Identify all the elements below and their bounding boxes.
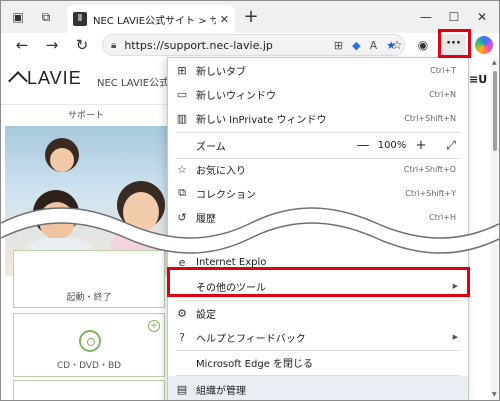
menu-item-label: 新しい InPrivate ウィンドウ — [196, 114, 327, 126]
menu-item-close-edge[interactable]: Microsoft Edge を閉じる — [168, 350, 468, 374]
title-bar: ▣ ⧉ Ⅱ NEC LAVIE公式サイト > サービス&サ ✕ + — ☐ ✕ — [1, 1, 499, 33]
close-tab-icon[interactable]: ✕ — [220, 13, 229, 26]
logo-mark-icon — [8, 70, 28, 91]
menu-item-new-tab[interactable]: ⊞ 新しいタブ Ctrl+T — [168, 58, 468, 82]
menu-item-label: 新しいウィンドウ — [196, 90, 276, 102]
minimize-button[interactable]: — — [415, 7, 437, 27]
lavie-logo[interactable]: LAVIE — [8, 68, 82, 91]
submenu-arrow-icon: ▶ — [452, 333, 458, 341]
category-label: CD・DVD・BD — [56, 361, 122, 371]
highlight-more-button — [438, 29, 471, 58]
menu-item-shortcut: Ctrl+N — [429, 89, 456, 99]
zoom-value: 100% — [377, 139, 407, 151]
tab-title: NEC LAVIE公式サイト > サービス&サ — [93, 15, 216, 27]
menu-item-zoom: ズーム — 100% + ⤢ — [168, 132, 468, 158]
menu-item-label: Microsoft Edge を閉じる — [196, 358, 314, 370]
menu-item-shortcut: Ctrl+Shift+N — [404, 113, 456, 123]
disc-icon — [79, 330, 101, 352]
close-window-button[interactable]: ✕ — [471, 7, 493, 27]
menu-item-label: 設定 — [196, 309, 216, 321]
tag-icon[interactable]: ◆ — [352, 39, 360, 52]
gear-icon: ⚙ — [177, 306, 187, 320]
menu-item-shortcut: Ctrl+T — [430, 65, 456, 75]
menu-item-help[interactable]: ? ヘルプとフィードバック ▶ — [168, 325, 468, 349]
profile-icon[interactable]: ▣ — [9, 8, 27, 26]
scroll-down-icon[interactable]: ▼ — [492, 391, 497, 398]
copilot-icon[interactable] — [475, 36, 493, 54]
read-aloud-icon[interactable]: A — [370, 39, 378, 52]
scroll-thumb[interactable] — [493, 71, 497, 151]
category-label: 起動・終了 — [66, 293, 112, 303]
address-bar[interactable]: 🔒︎ https://support.nec-lavie.jp ⊞ ◆ A ★ — [102, 34, 405, 56]
expand-plus-icon[interactable]: + — [148, 320, 160, 332]
workspaces-icon[interactable]: ⧉ — [37, 8, 55, 26]
menu-item-shortcut: Ctrl+Shift+O — [403, 164, 456, 174]
new-tab-button[interactable]: + — [241, 7, 261, 27]
menu-item-settings[interactable]: ⚙ 設定 — [168, 301, 468, 325]
menu-item-label: 組織が管理 — [196, 386, 246, 397]
help-icon: ? — [179, 330, 185, 344]
maximize-button[interactable]: ☐ — [443, 7, 465, 27]
favorites-bar-icon[interactable]: ☆ — [387, 35, 407, 55]
zoom-controls: — 100% + ⤢ — [352, 138, 462, 153]
category-disc[interactable]: CD・DVD・BD — [13, 313, 165, 377]
lock-icon[interactable]: 🔒︎ — [111, 40, 116, 51]
logo-text: LAVIE — [27, 68, 82, 88]
inprivate-icon: ▥ — [176, 111, 188, 125]
menu-item-managed[interactable]: ▤ 組織が管理 — [168, 376, 468, 400]
menu-item-inprivate[interactable]: ▥ 新しい InPrivate ウィンドウ Ctrl+Shift+N — [168, 106, 468, 130]
browser-window: ▣ ⧉ Ⅱ NEC LAVIE公式サイト > サービス&サ ✕ + — ☐ ✕ … — [0, 0, 500, 401]
refresh-button[interactable]: ↻ — [71, 35, 93, 55]
apps-icon[interactable]: ⊞ — [334, 39, 343, 52]
menu-item-new-window[interactable]: ▭ 新しいウィンドウ Ctrl+N — [168, 82, 468, 106]
new-tab-icon: ⊞ — [177, 63, 187, 77]
zoom-label: ズーム — [196, 141, 226, 153]
tab-active[interactable]: Ⅱ NEC LAVIE公式サイト > サービス&サ ✕ — [67, 5, 235, 33]
menu-item-label: 新しいタブ — [196, 66, 246, 78]
zoom-out-button[interactable]: — — [352, 138, 374, 153]
zoom-in-button[interactable]: + — [410, 138, 432, 153]
scroll-up-icon[interactable]: ▲ — [492, 59, 497, 66]
address-url[interactable]: https://support.nec-lavie.jp — [124, 39, 325, 52]
back-button[interactable]: ← — [11, 35, 33, 55]
menu-item-label: ヘルプとフィードバック — [196, 333, 306, 345]
account-icon[interactable]: ◉ — [413, 35, 433, 55]
category-next[interactable] — [13, 380, 165, 400]
menu-item-favorites[interactable]: ☆ お気に入り Ctrl+Shift+O — [168, 157, 468, 181]
briefcase-icon: ▤ — [176, 383, 188, 396]
favicon-icon: Ⅱ — [73, 12, 87, 26]
fullscreen-icon[interactable]: ⤢ — [440, 138, 462, 153]
wavy-break — [1, 207, 499, 254]
new-window-icon: ▭ — [176, 87, 188, 101]
hero-person-face — [50, 148, 74, 172]
sub-nav-support[interactable]: サポート — [1, 106, 171, 126]
forward-button[interactable]: → — [41, 35, 63, 55]
menu-item-label: お気に入り — [196, 165, 246, 177]
menu-icon[interactable]: ≡U — [469, 73, 487, 86]
highlight-settings-item — [167, 267, 470, 297]
toolbar: ← → ↻ 🔒︎ https://support.nec-lavie.jp ⊞ … — [1, 33, 499, 57]
favorites-icon: ☆ — [177, 162, 187, 176]
